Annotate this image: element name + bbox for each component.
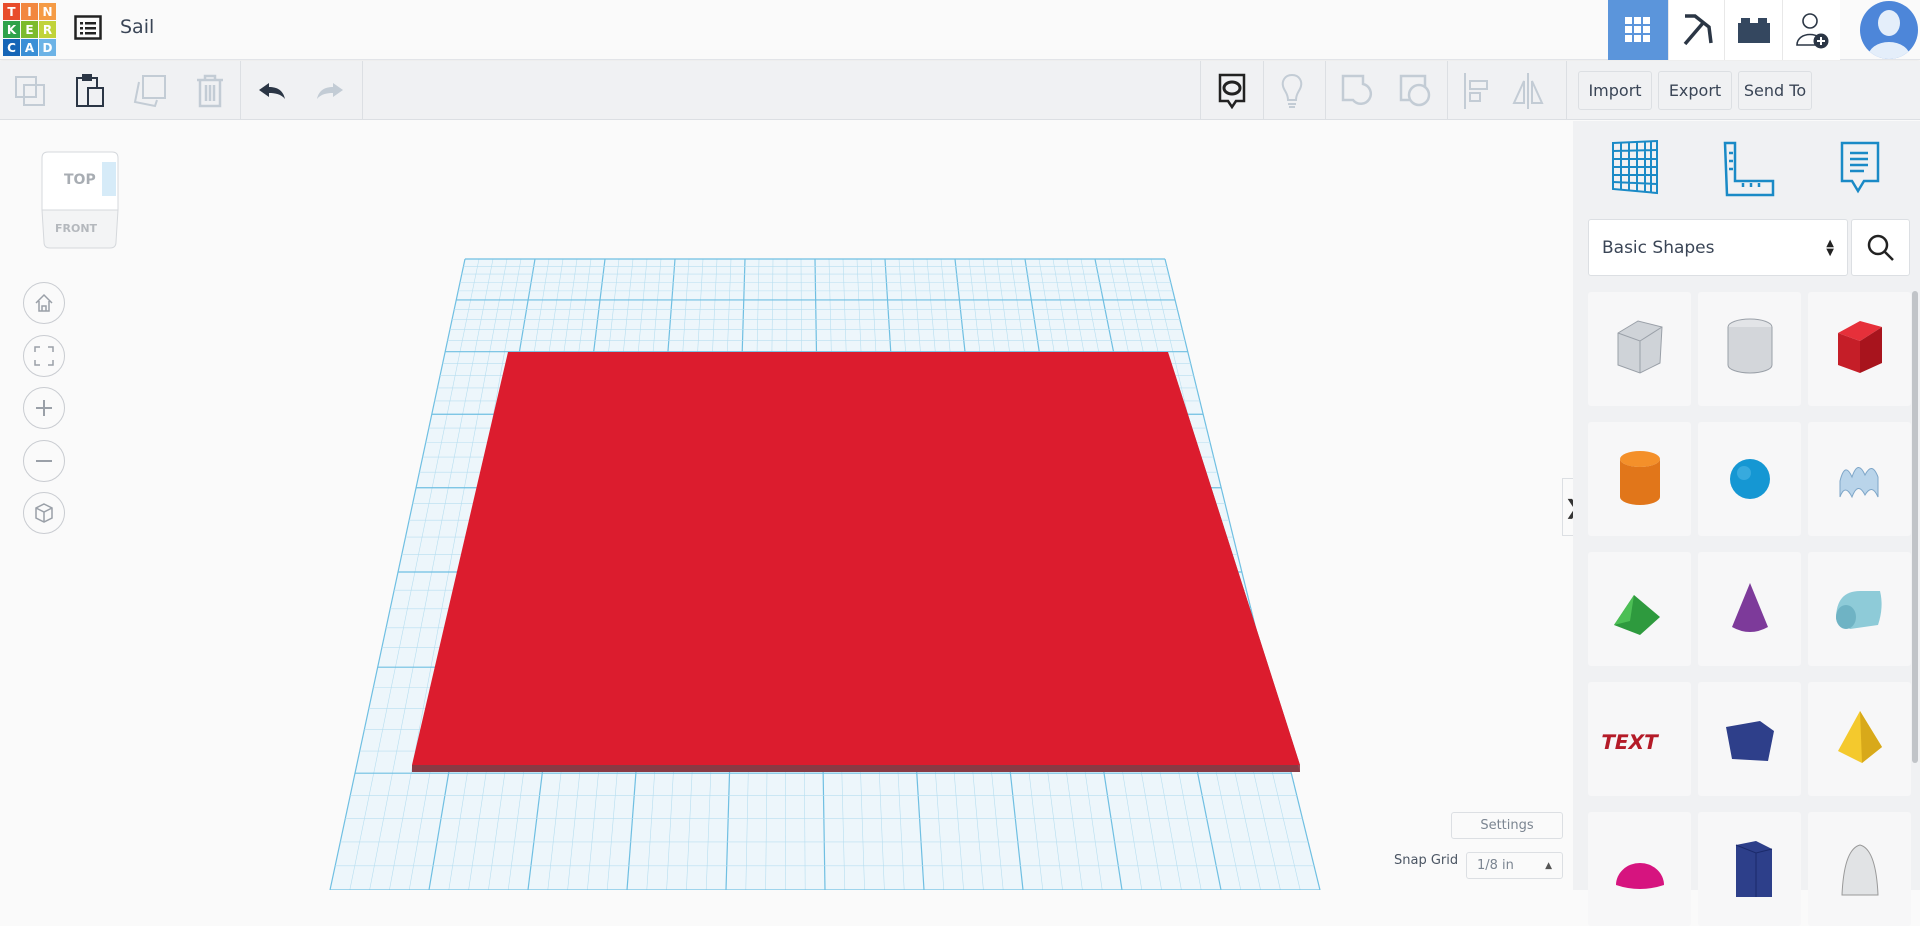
shape-thumbnail-icon <box>1619 451 1660 505</box>
snap-grid-value: 1/8 in <box>1477 858 1514 873</box>
show-notes-icon[interactable] <box>1210 61 1254 120</box>
3d-design-grid-icon[interactable] <box>1608 0 1668 60</box>
project-title[interactable]: Sail <box>120 16 154 38</box>
view-cube[interactable]: TOP FRONT <box>38 150 122 250</box>
shape-tile[interactable] <box>1588 812 1691 926</box>
shape-thumbnail-icon <box>1615 863 1664 889</box>
send-to-button[interactable]: Send To <box>1738 71 1812 110</box>
shape-thumbnail-icon <box>1617 320 1663 374</box>
shape-thumbnail-icon <box>1735 841 1772 897</box>
shape-thumbnail-icon <box>1729 459 1770 499</box>
svg-text:TEXT: TEXT <box>1600 730 1660 754</box>
notes-tool-icon[interactable] <box>1838 139 1882 201</box>
export-button[interactable]: Export <box>1658 71 1732 110</box>
logo-letter: C <box>3 39 20 56</box>
search-icon <box>1867 234 1894 261</box>
shape-thumbnail-icon <box>1839 467 1878 499</box>
caret-up-icon: ▲ <box>1545 860 1552 871</box>
tinkercad-logo[interactable]: T I N K E R C A D <box>3 3 56 56</box>
lightbulb-icon[interactable] <box>1272 61 1312 120</box>
shape-tile[interactable] <box>1808 422 1911 536</box>
zoom-out-button[interactable] <box>23 440 65 482</box>
shape-tile[interactable] <box>1808 292 1911 406</box>
logo-letter: R <box>39 21 56 38</box>
shape-tile[interactable] <box>1698 552 1801 666</box>
avatar[interactable] <box>1860 1 1918 59</box>
shape-thumbnail-icon <box>1725 721 1774 761</box>
snap-grid-label: Snap Grid <box>1394 853 1459 868</box>
design-list-icon[interactable] <box>74 15 102 45</box>
pickaxe-icon[interactable] <box>1668 0 1724 60</box>
delete-icon[interactable] <box>190 61 230 120</box>
logo-letter: A <box>21 39 38 56</box>
duplicate-icon[interactable] <box>130 61 170 120</box>
updown-icon: ▲ ▼ <box>1826 237 1834 258</box>
shape-tile[interactable] <box>1808 682 1911 796</box>
toolbar: Import Export Send To <box>0 61 1920 120</box>
shape-thumbnail-icon <box>1835 591 1882 629</box>
shape-category-select[interactable]: Basic Shapes ▲ ▼ <box>1588 219 1848 276</box>
shape-tile[interactable] <box>1808 552 1911 666</box>
add-user-icon[interactable] <box>1782 0 1840 60</box>
shape-tile[interactable] <box>1588 422 1691 536</box>
logo-letter: D <box>39 39 56 56</box>
view-cube-front[interactable]: FRONT <box>55 222 97 235</box>
shape-tile[interactable] <box>1588 292 1691 406</box>
mirror-icon[interactable] <box>1508 61 1548 120</box>
shape-thumbnail-icon <box>1837 321 1882 373</box>
zoom-in-button[interactable] <box>23 387 65 429</box>
fit-view-button[interactable] <box>23 335 65 377</box>
brick-icon[interactable] <box>1724 0 1782 60</box>
logo-letter: E <box>21 21 38 38</box>
logo-letter: K <box>3 21 20 38</box>
shape-thumbnail-icon <box>1837 711 1882 763</box>
panel-scrollbar[interactable] <box>1912 291 1918 763</box>
snap-grid-select[interactable]: 1/8 in ▲ <box>1466 852 1563 879</box>
shape-tile[interactable] <box>1808 812 1911 926</box>
top-header: T I N K E R C A D Sail <box>0 0 1920 60</box>
shape-thumbnail-icon <box>1731 583 1768 632</box>
group-icon[interactable] <box>1336 61 1380 120</box>
paste-icon[interactable] <box>70 61 110 120</box>
plate-edge <box>412 765 1300 772</box>
shape-thumbnail-icon <box>1613 595 1660 635</box>
ruler-icon[interactable] <box>1721 139 1777 201</box>
undo-icon[interactable] <box>252 61 292 120</box>
shape-category-value: Basic Shapes <box>1602 237 1715 258</box>
shape-tile[interactable] <box>1588 552 1691 666</box>
perspective-button[interactable] <box>23 492 65 534</box>
ungroup-icon[interactable] <box>1394 61 1438 120</box>
sail-plate-shape[interactable] <box>412 352 1300 765</box>
copy-icon[interactable] <box>10 61 50 120</box>
shape-thumbnail-icon: TEXT <box>1600 730 1660 754</box>
logo-letter: I <box>21 3 38 20</box>
search-shapes-button[interactable] <box>1851 219 1910 276</box>
shape-thumbnail-icon <box>1727 318 1772 374</box>
logo-letter: N <box>39 3 56 20</box>
align-icon[interactable] <box>1456 61 1496 120</box>
redo-icon[interactable] <box>310 61 350 120</box>
home-view-button[interactable] <box>23 282 65 324</box>
shape-thumbnail-icon <box>1840 844 1879 896</box>
import-button[interactable]: Import <box>1578 71 1652 110</box>
shape-tile[interactable] <box>1698 292 1801 406</box>
workplane-tool-icon[interactable] <box>1609 139 1661 199</box>
logo-letter: T <box>3 3 20 20</box>
settings-button[interactable]: Settings <box>1451 812 1563 839</box>
workplane[interactable] <box>0 121 1573 890</box>
shape-tile[interactable] <box>1698 682 1801 796</box>
shapes-panel: Basic Shapes ▲ ▼ TEXT <box>1573 121 1920 926</box>
view-cube-top[interactable]: TOP <box>64 172 96 188</box>
shape-tile[interactable] <box>1698 422 1801 536</box>
shape-tile[interactable] <box>1698 812 1801 926</box>
shape-tile[interactable]: TEXT <box>1588 682 1691 796</box>
